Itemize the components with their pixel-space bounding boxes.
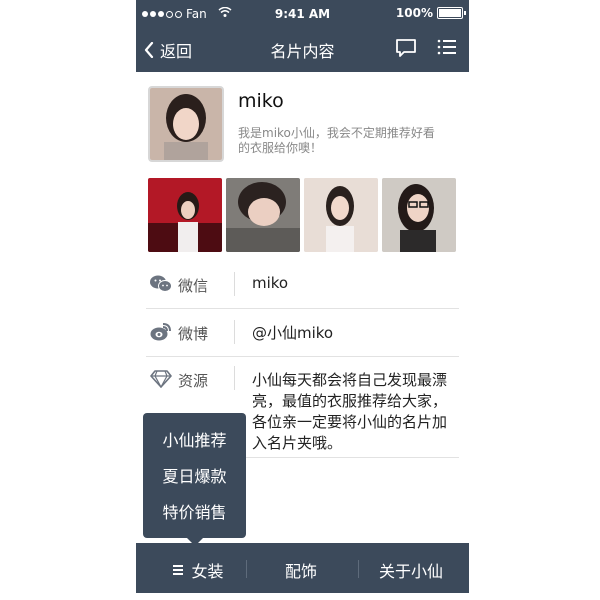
battery-percent: 100%	[395, 6, 433, 20]
photo-gallery	[148, 178, 458, 252]
tab-divider	[358, 560, 359, 578]
comment-button[interactable]	[395, 38, 417, 58]
status-bar: Fan 9:41 AM 100%	[136, 0, 469, 28]
battery-area: 100%	[395, 6, 466, 20]
wechat-label: 微信	[178, 277, 209, 295]
list-menu-button[interactable]	[437, 38, 457, 58]
tab-accessories[interactable]: 配饰	[256, 558, 346, 582]
tab-divider	[246, 560, 247, 578]
row-separator	[146, 308, 459, 309]
wechat-icon	[150, 274, 172, 298]
divider	[234, 272, 235, 296]
source-label: 资源	[178, 372, 209, 390]
comment-icon	[396, 39, 416, 57]
divider	[234, 320, 235, 344]
menu-item-recommend[interactable]: 小仙推荐	[143, 427, 246, 451]
profile-name: miko	[238, 90, 284, 112]
info-row-weibo: 微博 @小仙miko	[136, 310, 469, 358]
gallery-photo[interactable]	[226, 178, 300, 252]
tab-women-clothing-label: 女装	[191, 562, 224, 581]
weibo-icon	[150, 322, 172, 346]
diamond-icon	[150, 370, 172, 392]
avatar[interactable]	[148, 86, 224, 162]
tab-women-clothing[interactable]: 女装	[156, 558, 241, 582]
list-icon	[437, 39, 456, 55]
gallery-photo[interactable]	[304, 178, 378, 252]
profile-bio: 我是miko小仙，我会不定期推荐好看的衣服给你噢！	[238, 126, 435, 155]
row-separator	[146, 356, 459, 357]
wechat-value[interactable]: miko	[252, 274, 288, 292]
menu-item-sale[interactable]: 特价销售	[143, 499, 246, 523]
gallery-photo[interactable]	[382, 178, 456, 252]
profile-header: miko 我是miko小仙，我会不定期推荐好看的衣服给你噢！	[136, 72, 469, 172]
weibo-value[interactable]: @小仙miko	[252, 322, 333, 343]
nav-actions	[395, 38, 457, 58]
gallery-photo[interactable]	[148, 178, 222, 252]
bottom-tab-bar: 女装 配饰 关于小仙	[136, 543, 469, 593]
info-row-wechat: 微信 miko	[136, 260, 469, 310]
weibo-label: 微博	[178, 325, 209, 343]
tab-about[interactable]: 关于小仙	[361, 558, 461, 582]
menu-icon	[173, 565, 184, 575]
battery-icon	[437, 7, 466, 19]
source-value: 小仙每天都会将自己发现最漂亮，最值的衣服推荐给大家，各位亲一定要将小仙的名片加入…	[252, 371, 448, 452]
menu-item-summer-hot[interactable]: 夏日爆款	[143, 463, 246, 487]
divider	[234, 366, 235, 390]
category-popup-menu: 小仙推荐 夏日爆款 特价销售	[143, 413, 246, 546]
nav-bar: 返回 名片内容	[136, 28, 469, 72]
